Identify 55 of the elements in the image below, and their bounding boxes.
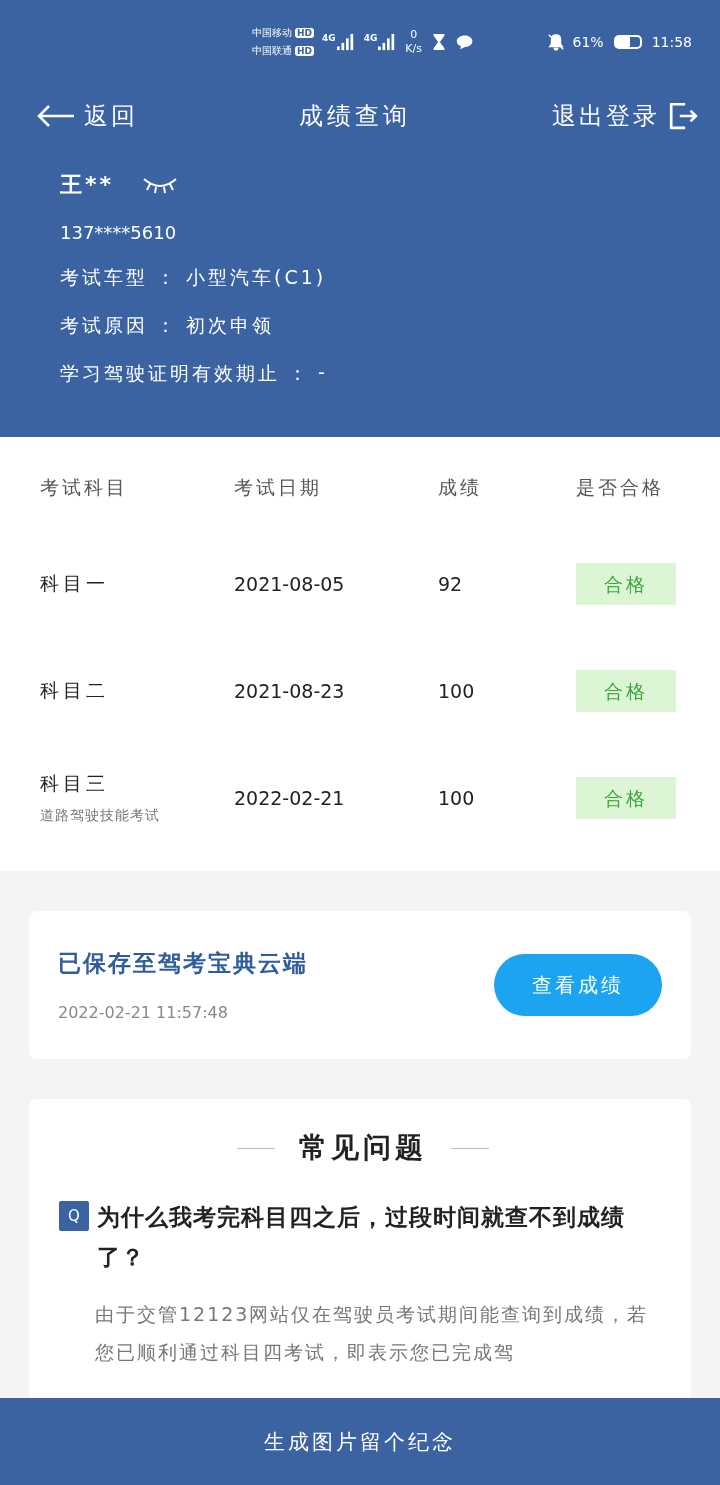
logout-icon: [668, 101, 698, 131]
page-title: 成绩查询: [299, 101, 411, 132]
exam-score: 100: [437, 786, 476, 809]
exam-score: 100: [437, 679, 476, 702]
generate-image-button[interactable]: 生成图片留个纪念: [0, 1398, 720, 1485]
subject-name: 科目一: [40, 570, 110, 596]
logout-button[interactable]: 退出登录: [552, 100, 698, 132]
result-tag: 合格: [576, 669, 676, 712]
hd-tag: HD: [295, 46, 314, 56]
field-value: 初次申领: [186, 313, 274, 338]
faq-title: 常见问题: [299, 1130, 427, 1166]
field-separator: ：: [156, 313, 178, 338]
saved-time: 2022-02-21 11:57:48: [58, 1003, 229, 1022]
battery-percentage: 61%: [572, 34, 604, 50]
chat-bubble-icon: [456, 33, 474, 51]
network-type: 4G: [322, 33, 336, 43]
subject-name: 科目二: [40, 677, 110, 703]
subject-note: 道路驾驶技能考试: [40, 806, 161, 825]
column-header: 是否合格: [576, 474, 665, 500]
column-header: 成绩: [437, 474, 483, 500]
back-arrow-icon: [36, 104, 76, 128]
field-separator: ：: [156, 265, 178, 290]
network-type: 4G: [363, 33, 378, 43]
clock-time: 11:58: [651, 34, 692, 50]
phone-number: 137****5610: [60, 222, 178, 243]
carrier-name: 中国移动: [252, 26, 292, 40]
field-label: 考试车型: [60, 265, 148, 290]
question-badge: Q: [59, 1201, 89, 1231]
signal-icon: [335, 33, 356, 51]
field-label: 考试原因: [60, 313, 148, 338]
exam-date: 2022-02-21: [234, 786, 346, 809]
answer-text: 由于交管12123网站仅在驾驶员考试期间能查询到成绩，若您已顺利通过科目四考试，即表示您已完成驾: [95, 1302, 650, 1365]
cloud-saved-title: 已保存至驾考宝典云端: [58, 949, 308, 978]
back-button[interactable]: 返回: [36, 100, 138, 132]
column-header: 考试科目: [40, 474, 129, 500]
closed-eye-icon[interactable]: [142, 175, 178, 195]
exam-score: 92: [437, 572, 464, 595]
result-tag: 合格: [576, 776, 676, 819]
field-label: 学习驾驶证明有效期止: [60, 361, 280, 386]
column-header: 考试日期: [234, 474, 323, 500]
subject-name: 科目三: [40, 770, 110, 796]
result-tag: 合格: [576, 562, 676, 605]
user-name: 王**: [60, 171, 114, 199]
carrier-name: 中国联通: [252, 44, 292, 58]
battery-icon: [615, 37, 640, 47]
muted-bell-icon: [546, 33, 565, 51]
field-value: 小型汽车(C1): [186, 265, 327, 290]
hd-tag: HD: [295, 28, 314, 38]
field-value: -: [318, 361, 328, 385]
exam-date: 2021-08-23: [234, 679, 346, 702]
field-separator: ：: [288, 361, 310, 386]
question-text: 为什么我考完科目四之后，过段时间就查不到成绩了？: [97, 1203, 626, 1272]
speed-value: 0: [410, 28, 418, 42]
exam-date: 2021-08-05: [234, 572, 346, 595]
speed-unit: K/s: [405, 42, 422, 56]
